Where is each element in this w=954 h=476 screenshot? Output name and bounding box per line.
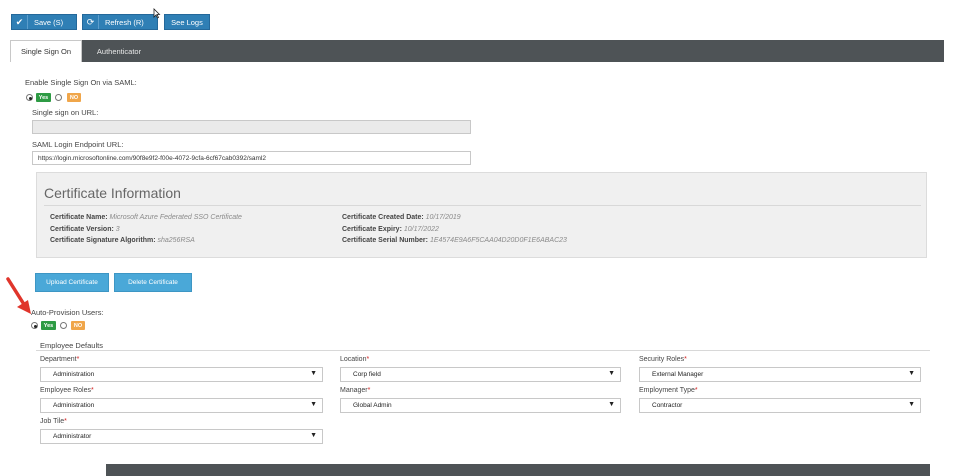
auto-provision-label: Auto-Provision Users: <box>31 308 104 317</box>
sso-url-field[interactable] <box>32 120 471 134</box>
refresh-icon: ⟳ <box>83 15 99 29</box>
caret-down-icon: ▼ <box>608 401 615 408</box>
saml-endpoint-label: SAML Login Endpoint URL: <box>32 140 124 149</box>
caret-down-icon: ▼ <box>908 370 915 377</box>
no-badge: NO <box>71 321 85 330</box>
caret-down-icon: ▼ <box>310 370 317 377</box>
certificate-version: Certificate Version: 3 <box>50 226 120 233</box>
certificate-created-date: Certificate Created Date: 10/17/2019 <box>342 214 461 221</box>
checkmark-icon: ✔ <box>12 15 28 29</box>
employment-type-label: Employment Type* <box>639 387 698 394</box>
certificate-name: Certificate Name: Microsoft Azure Federa… <box>50 214 242 221</box>
certificate-title: Certificate Information <box>44 185 181 201</box>
divider <box>44 205 921 206</box>
enable-sso-no-radio[interactable] <box>55 94 62 101</box>
save-button[interactable]: ✔ Save (S) <box>11 14 77 30</box>
location-select[interactable]: Corp field ▼ <box>340 367 621 382</box>
tab-single-sign-on[interactable]: Single Sign On <box>10 40 82 62</box>
security-roles-label: Security Roles* <box>639 356 687 363</box>
security-roles-select[interactable]: External Manager ▼ <box>639 367 921 382</box>
arrow-annotation-icon <box>6 277 31 314</box>
sso-url-label: Single sign on URL: <box>32 108 99 117</box>
refresh-button[interactable]: ⟳ Refresh (R) <box>82 14 158 30</box>
employee-roles-select[interactable]: Administration ▼ <box>40 398 323 413</box>
yes-badge: Yes <box>41 321 56 330</box>
no-badge: NO <box>67 93 81 102</box>
department-select[interactable]: Administration ▼ <box>40 367 323 382</box>
saml-endpoint-field[interactable]: https://login.microsoftonline.com/90f8e9… <box>32 151 471 165</box>
enable-sso-label: Enable Single Sign On via SAML: <box>25 78 137 87</box>
bottom-panel-edge <box>106 464 930 476</box>
manager-label: Manager* <box>340 387 371 394</box>
yes-badge: Yes <box>36 93 51 102</box>
certificate-expiry: Certificate Expiry: 10/17/2022 <box>342 226 439 233</box>
auto-provision-no-radio[interactable] <box>60 322 67 329</box>
divider <box>36 350 930 351</box>
see-logs-button[interactable]: See Logs <box>164 14 210 30</box>
certificate-serial: Certificate Serial Number: 1E4574E9A6F5C… <box>342 237 567 244</box>
caret-down-icon: ▼ <box>310 432 317 439</box>
job-title-label: Job Tile* <box>40 418 67 425</box>
tab-authenticator[interactable]: Authenticator <box>86 40 152 62</box>
certificate-algorithm: Certificate Signature Algorithm: sha256R… <box>50 237 195 244</box>
employment-type-select[interactable]: Contractor ▼ <box>639 398 921 413</box>
location-label: Location* <box>340 356 370 363</box>
auto-provision-yes-radio[interactable] <box>31 322 38 329</box>
upload-certificate-button[interactable]: Upload Certificate <box>35 273 109 292</box>
mouse-cursor-icon <box>153 8 161 19</box>
enable-sso-yes-radio[interactable] <box>26 94 33 101</box>
manager-select[interactable]: Global Admin ▼ <box>340 398 621 413</box>
employee-roles-label: Employee Roles* <box>40 387 94 394</box>
job-title-select[interactable]: Administrator ▼ <box>40 429 323 444</box>
employee-defaults-label: Employee Defaults <box>40 341 103 350</box>
caret-down-icon: ▼ <box>608 370 615 377</box>
delete-certificate-button[interactable]: Delete Certificate <box>114 273 192 292</box>
department-label: Department* <box>40 356 80 363</box>
caret-down-icon: ▼ <box>908 401 915 408</box>
caret-down-icon: ▼ <box>310 401 317 408</box>
